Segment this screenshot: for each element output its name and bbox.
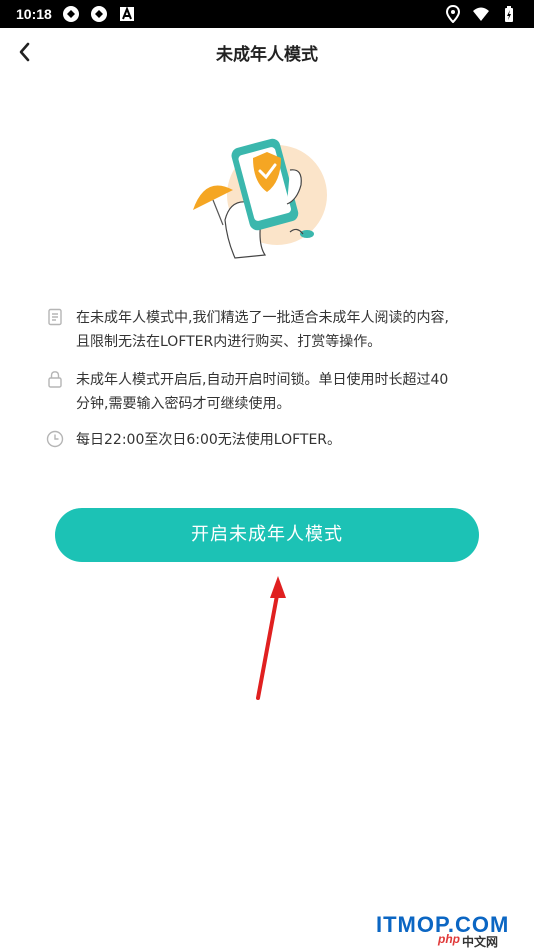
info-item-content: 在未成年人模式中,我们精选了一批适合未成年人阅读的内容, 且限制无法在LOFTE…: [46, 306, 506, 354]
info-item-text-line: 在未成年人模式中,我们精选了一批适合未成年人阅读的内容,: [76, 310, 449, 326]
status-time: 10:18: [16, 6, 52, 22]
sync-icon: [90, 6, 107, 22]
battery-icon: [505, 6, 513, 22]
info-item-timelock: 未成年人模式开启后,自动开启时间锁。单日使用时长超过40 分钟,需要输入密码才可…: [46, 368, 506, 416]
enable-minor-mode-button[interactable]: 开启未成年人模式: [55, 508, 479, 562]
top-bar: 未成年人模式: [0, 28, 534, 76]
wifi-icon: [473, 7, 489, 21]
phone-shield-illustration: [193, 138, 327, 259]
info-item-text-line: 每日22:00至次日6:00无法使用LOFTER。: [76, 432, 342, 448]
watermark: ITMOP.COM php 中文网: [376, 912, 534, 950]
lock-icon: [48, 371, 62, 388]
watermark-php: php: [438, 932, 460, 946]
status-bar: 10:18: [0, 0, 534, 28]
info-item-text-line: 分钟,需要输入密码才可继续使用。: [76, 396, 291, 412]
info-item-text-line: 未成年人模式开启后,自动开启时间锁。单日使用时长超过40: [76, 372, 449, 388]
watermark-cn: 中文网: [462, 935, 499, 949]
page-title: 未成年人模式: [216, 45, 318, 65]
info-item-time-limit: 每日22:00至次日6:00无法使用LOFTER。: [46, 428, 506, 452]
sync-icon: [62, 6, 79, 22]
document-icon: [48, 308, 62, 326]
clock-icon: [46, 430, 64, 448]
a-icon: [119, 6, 134, 21]
location-icon: [445, 5, 461, 23]
red-arrow-icon: [256, 576, 286, 700]
info-item-text-line: 且限制无法在LOFTER内进行购买、打赏等操作。: [76, 334, 382, 350]
